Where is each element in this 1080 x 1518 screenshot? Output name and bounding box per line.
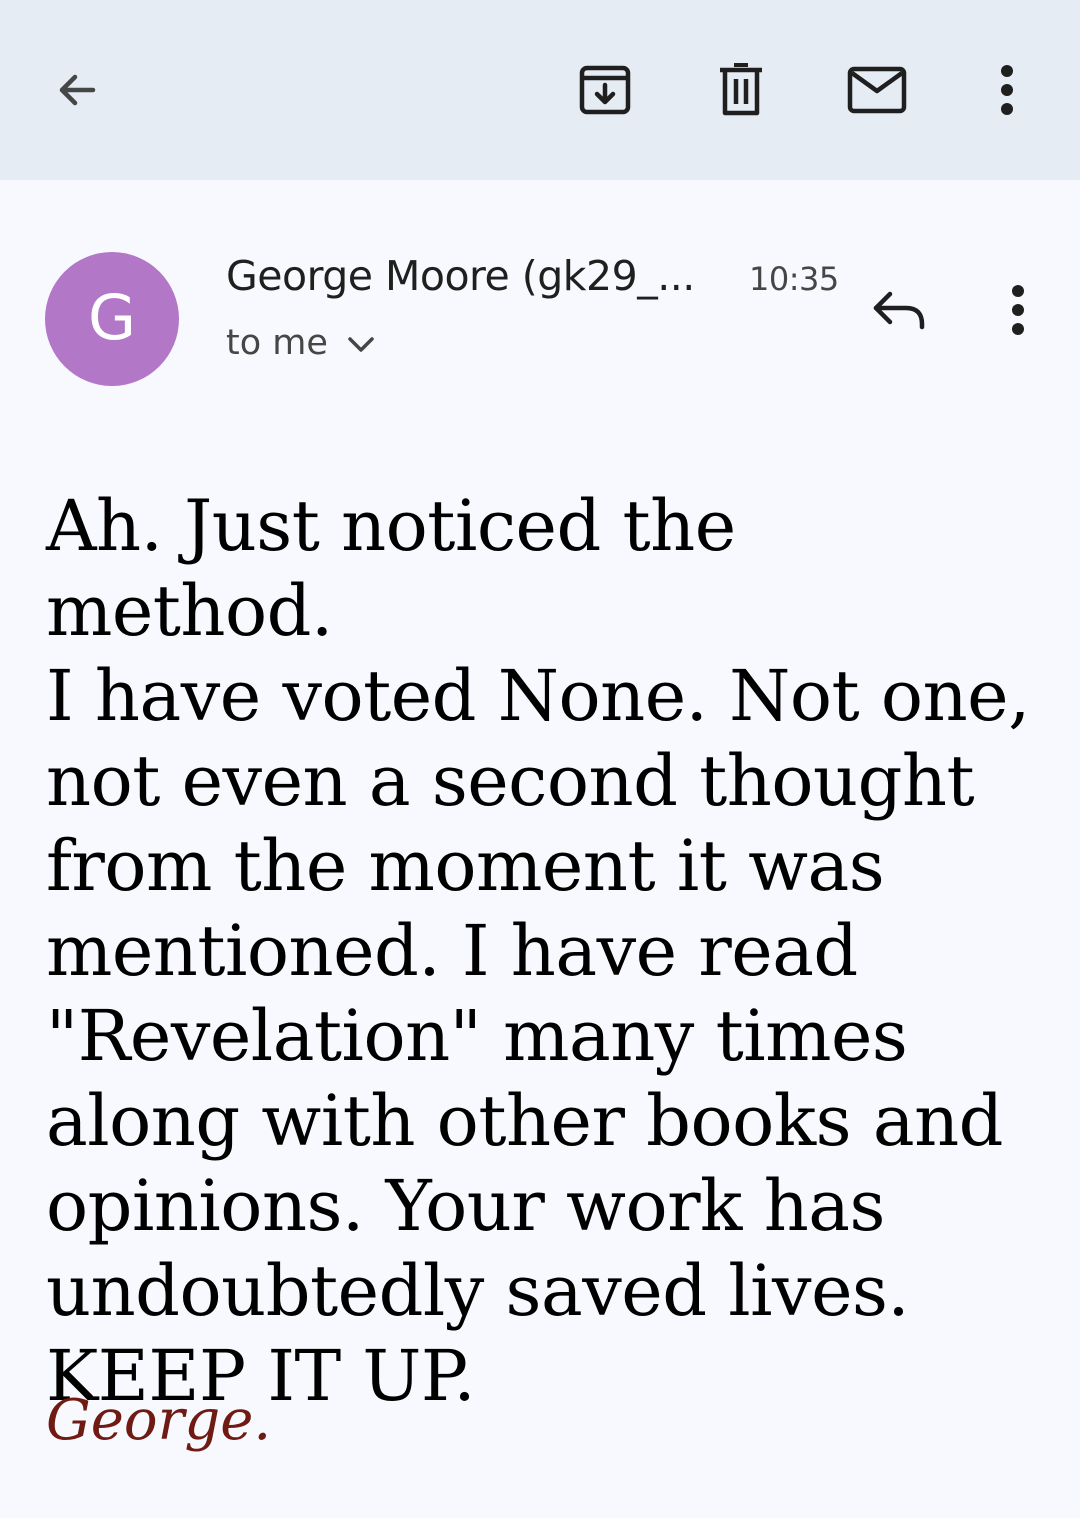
message-time: 10:35 — [749, 260, 839, 298]
more-vert-icon — [1012, 285, 1024, 335]
reply-button[interactable] — [860, 270, 940, 350]
top-app-bar — [0, 0, 1080, 180]
trash-icon — [720, 63, 762, 116]
arrow-left-icon — [59, 74, 96, 106]
sender-name: George Moore (gk29_... — [226, 252, 695, 300]
more-vert-icon — [1001, 65, 1013, 115]
reply-icon — [873, 291, 925, 330]
delete-button[interactable] — [701, 50, 781, 130]
mark-unread-button[interactable] — [837, 50, 917, 130]
chevron-down-icon — [348, 337, 374, 352]
recipient-label: to me — [226, 323, 328, 363]
message-more-button[interactable] — [978, 270, 1058, 350]
more-options-button[interactable] — [967, 50, 1047, 130]
avatar-letter: G — [87, 281, 137, 354]
recipient-details-toggle[interactable]: to me — [226, 320, 374, 366]
avatar[interactable]: G — [45, 252, 179, 386]
archive-button[interactable] — [565, 50, 645, 130]
message-body: Ah. Just noticed the method. I have vote… — [46, 485, 1030, 1417]
back-button[interactable] — [37, 50, 117, 130]
archive-icon — [579, 65, 631, 115]
signature: George. — [46, 1388, 272, 1453]
mail-icon — [847, 66, 907, 114]
